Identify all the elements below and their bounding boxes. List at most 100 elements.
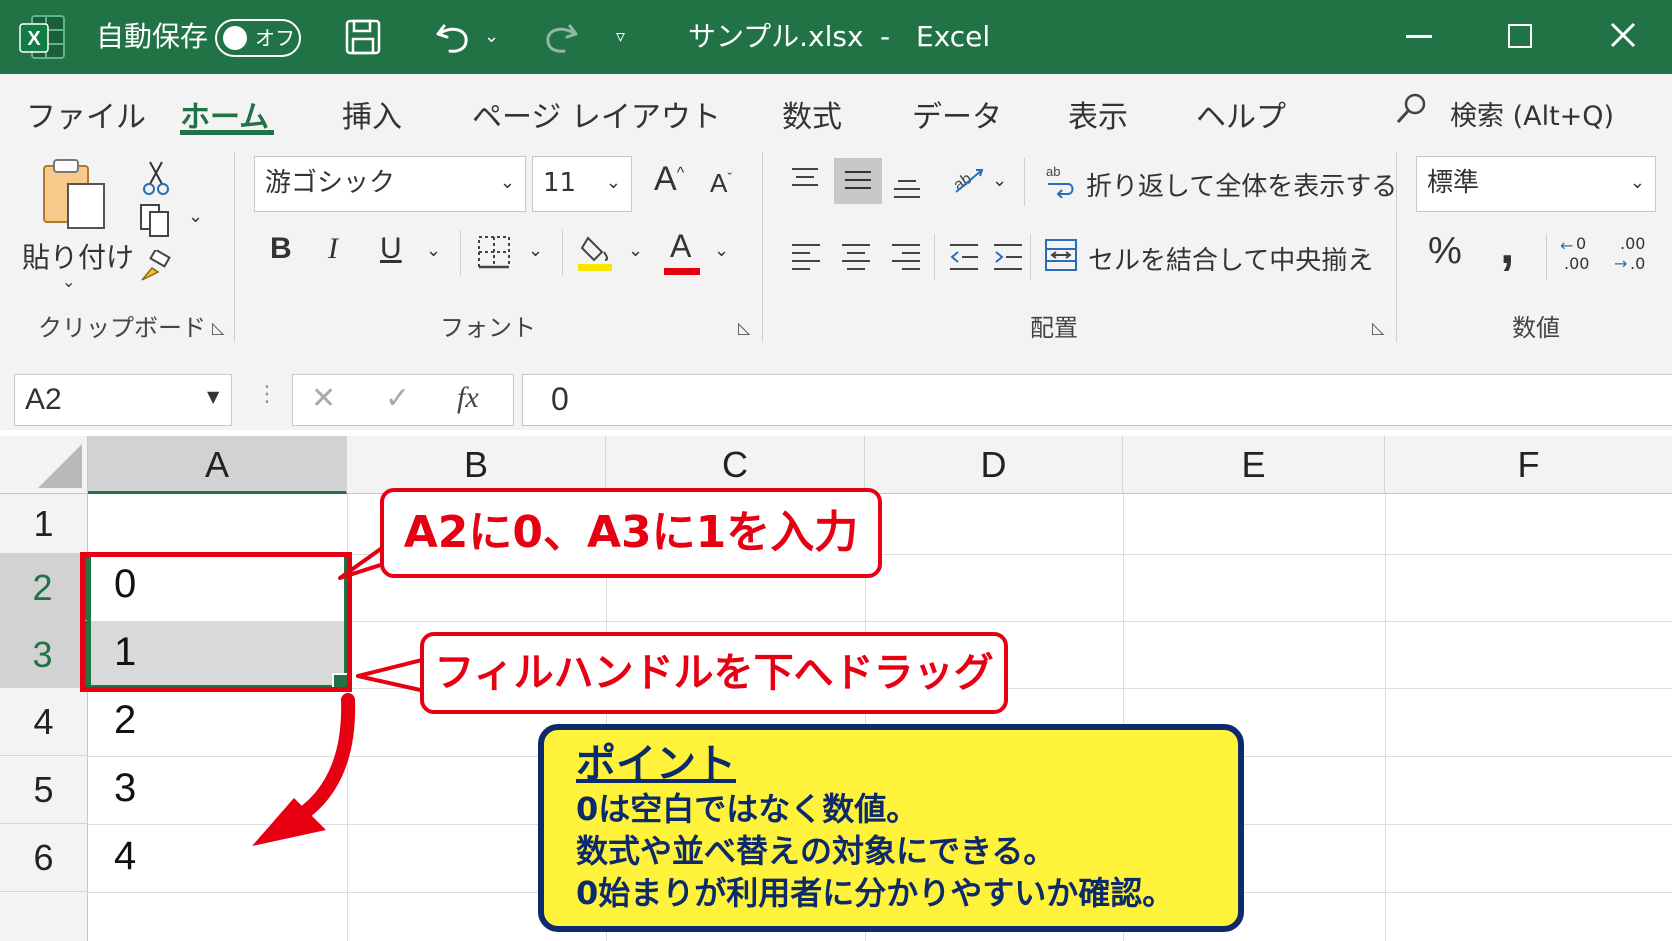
align-top-icon[interactable] [790,166,820,194]
search-box[interactable]: 検索 (Alt+Q) [1450,94,1614,133]
increase-indent-icon[interactable] [992,242,1024,276]
insert-function-button[interactable]: fx [457,381,479,415]
column-header-f[interactable]: F [1385,436,1672,494]
svg-text:ab: ab [1046,164,1060,179]
bold-button[interactable]: B [270,232,292,266]
undo-icon[interactable] [434,18,474,60]
font-color-button[interactable]: A [664,228,702,276]
enter-icon: ✓ [385,381,411,416]
formula-value: 0 [551,381,569,417]
row-header-3[interactable]: 3 [0,621,88,688]
borders-icon[interactable] [476,234,512,274]
callout-drag-instruction: フィルハンドルを下へドラッグ [420,632,1008,714]
column-header-c[interactable]: C [606,436,865,494]
formula-input[interactable]: 0 [522,374,1672,426]
decrease-font-size-icon[interactable]: Aˇ [710,168,732,199]
increase-decimal-label: .00 [1564,254,1590,273]
undo-dropdown-icon[interactable]: ⌄ [484,0,499,74]
font-size-value: 11 [543,168,577,198]
minimize-icon[interactable] [1406,35,1432,38]
clipboard-launcher-icon[interactable]: ◺ [212,318,224,337]
cell-a5[interactable]: 3 [114,766,136,811]
increase-decimal-icon[interactable]: 0 ← .00 [1558,234,1602,276]
row-header-4[interactable]: 4 [0,688,88,756]
orientation-dropdown-icon[interactable]: ⌄ [992,170,1007,191]
font-color-letter: A [670,228,692,264]
row-header-1[interactable]: 1 [0,494,88,554]
format-painter-icon[interactable] [138,248,172,288]
excel-logo-icon: X [18,14,66,60]
name-box[interactable]: A2 ▼ [14,374,232,426]
svg-text:X: X [27,28,41,50]
font-color-dropdown-icon[interactable]: ⌄ [714,240,729,261]
point-line-2: 数式や並べ替えの対象にできる。 [576,832,1056,870]
increase-font-size-icon[interactable]: A^ [654,160,684,199]
align-middle-icon[interactable] [834,158,882,204]
cut-icon[interactable] [142,160,170,200]
search-icon[interactable] [1394,90,1430,130]
row-header-5[interactable]: 5 [0,756,88,824]
decrease-decimal-icon[interactable]: .00 → .0 [1612,234,1656,276]
wrap-text-button[interactable]: ab 折り返して全体を表示する [1044,160,1397,206]
fill-color-dropdown-icon[interactable]: ⌄ [628,240,643,261]
paste-dropdown-icon[interactable]: ⌄ [62,272,75,291]
row-header-6[interactable]: 6 [0,824,88,892]
orientation-icon[interactable]: ab [950,162,990,202]
ribbon-tabs: ファイル ホーム 挿入 ページ レイアウト 数式 データ 表示 ヘルプ 検索 (… [0,74,1672,146]
align-right-icon[interactable] [890,242,922,276]
point-line-3: 0始まりが利用者に分かりやすいか確認。 [576,874,1175,912]
decrease-indent-icon[interactable] [948,242,980,276]
copy-dropdown-icon[interactable]: ⌄ [188,206,203,227]
row-header-7[interactable] [0,892,88,941]
decimal-label-0: 0 [1576,234,1587,253]
align-bottom-icon[interactable] [892,176,922,204]
copy-icon[interactable] [138,202,172,242]
tab-page-layout[interactable]: ページ レイアウト [472,92,721,136]
cancel-icon: ✕ [311,381,337,416]
quick-access-customize-icon[interactable]: ▿ [616,0,625,74]
align-center-icon[interactable] [840,242,872,276]
paste-button[interactable]: 貼り付け ⌄ [20,154,134,291]
tab-formulas[interactable]: 数式 [782,92,842,136]
underline-button[interactable]: U [380,232,402,266]
tab-data[interactable]: データ [912,92,1002,136]
merge-dropdown-icon[interactable]: ⌄ [1358,242,1373,263]
maximize-icon[interactable] [1508,24,1532,48]
chevron-down-icon: ⌄ [1629,172,1645,193]
cell-a4[interactable]: 2 [114,698,136,743]
comma-style-button[interactable]: , [1500,216,1514,276]
font-size-select[interactable]: 11 ⌄ [532,156,632,212]
alignment-launcher-icon[interactable]: ◺ [1372,318,1384,337]
close-icon[interactable] [1608,20,1638,54]
chevron-down-icon: ⌄ [605,172,621,193]
tab-insert[interactable]: 挿入 [342,92,402,136]
column-header-b[interactable]: B [347,436,606,494]
row-header-2[interactable]: 2 [0,554,88,621]
tab-file[interactable]: ファイル [26,92,146,136]
drag-handle-icon[interactable]: ⋮ [256,382,278,407]
borders-dropdown-icon[interactable]: ⌄ [528,240,543,261]
column-header-a[interactable]: A [88,436,347,494]
save-icon[interactable] [344,18,382,60]
column-header-d[interactable]: D [865,436,1123,494]
merge-center-button[interactable]: セルを結合して中央揃え ⌄ [1044,232,1380,278]
italic-button[interactable]: I [328,232,338,266]
autosave-label: 自動保存 [96,20,209,53]
chevron-down-icon: ▼ [207,387,220,406]
fill-color-icon[interactable] [578,232,614,276]
select-all-button[interactable] [0,436,88,494]
autosave-toggle[interactable]: オフ [215,19,301,57]
column-header-e[interactable]: E [1123,436,1385,494]
font-launcher-icon[interactable]: ◺ [738,318,750,337]
tab-help[interactable]: ヘルプ [1196,92,1286,136]
font-name-select[interactable]: 游ゴシック ⌄ [254,156,526,212]
wrap-text-label: 折り返して全体を表示する [1086,172,1398,202]
align-left-icon[interactable] [790,242,822,276]
number-format-select[interactable]: 標準 ⌄ [1416,156,1656,212]
underline-dropdown-icon[interactable]: ⌄ [426,240,441,261]
drag-down-arrow-icon [252,693,356,846]
title-separator: - [880,20,891,53]
percent-style-button[interactable]: % [1428,230,1462,273]
cell-a6[interactable]: 4 [114,834,136,879]
tab-view[interactable]: 表示 [1068,92,1128,136]
